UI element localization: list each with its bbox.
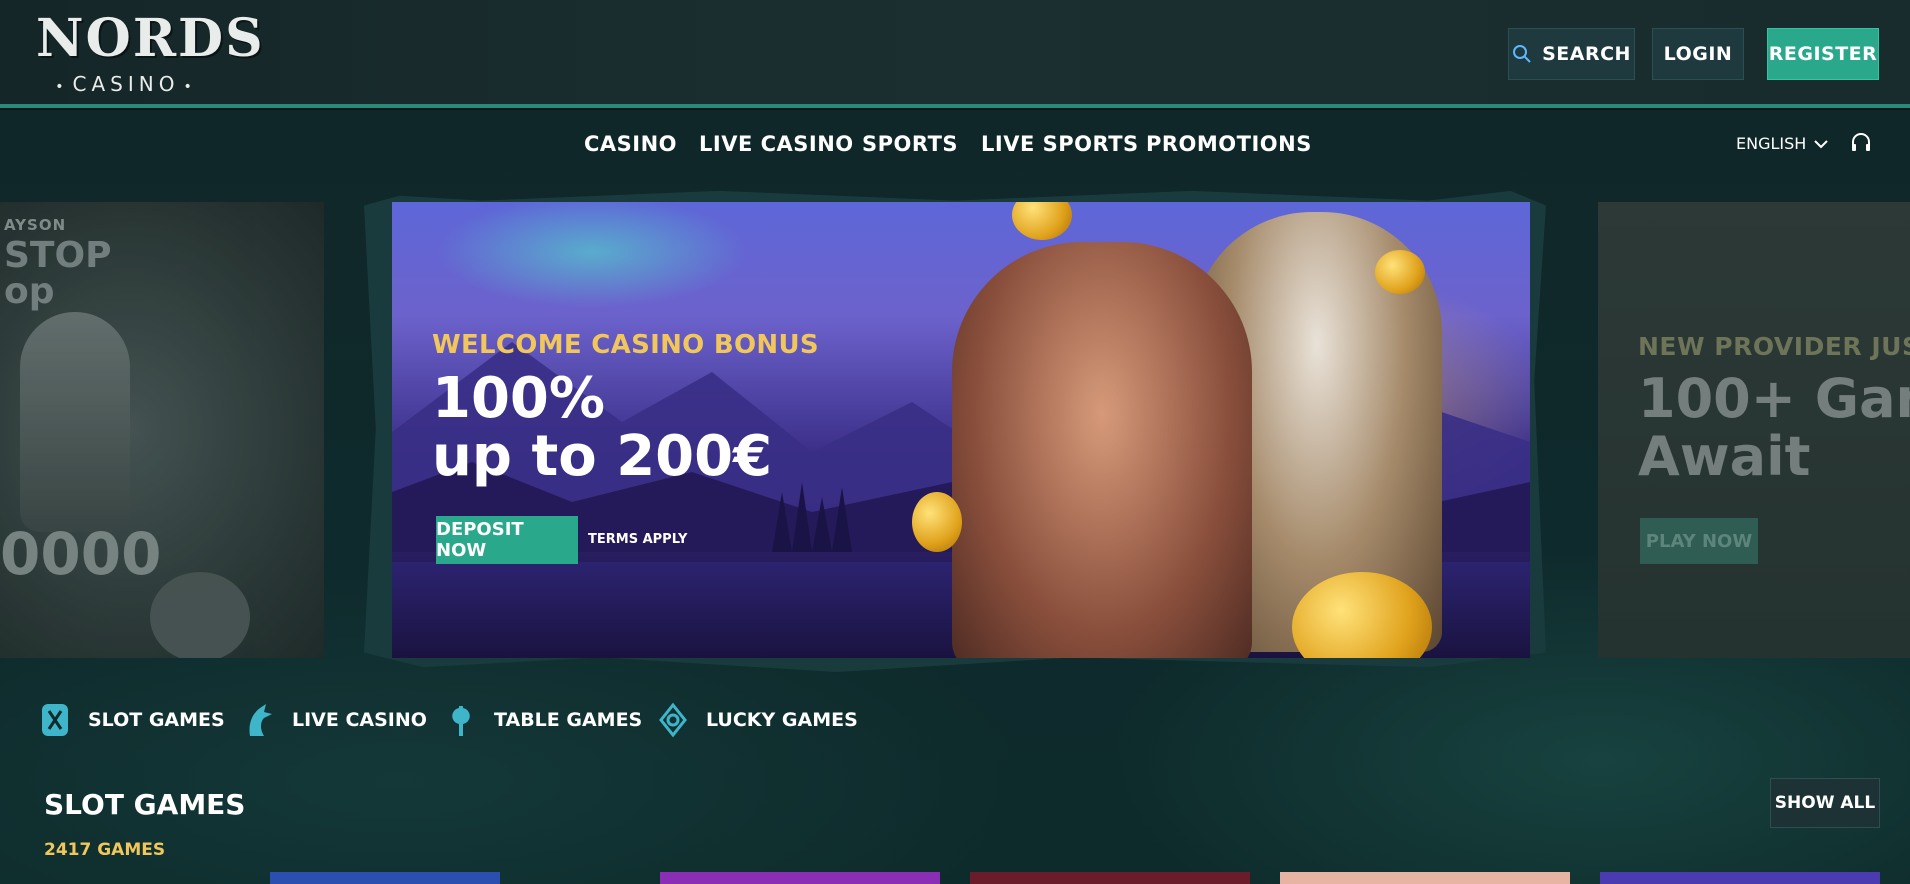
logo[interactable]: NORDS CASINO <box>36 8 265 98</box>
next-slide-title: NEW PROVIDER JUST LA <box>1638 332 1910 361</box>
prev-slide-coin <box>150 572 250 658</box>
next-slide-headline-line2: Await <box>1638 425 1811 488</box>
category-label: TABLE GAMES <box>494 709 643 731</box>
chevron-down-icon <box>1814 139 1829 148</box>
next-slide-headline: 100+ Game Await <box>1638 370 1910 486</box>
next-slide-play-button[interactable]: PLAY NOW <box>1640 518 1758 564</box>
category-label: LUCKY GAMES <box>706 709 858 731</box>
rune-icon <box>42 704 68 736</box>
category-table-games[interactable]: TABLE GAMES <box>446 702 642 738</box>
language-selector[interactable]: ENGLISH <box>1736 134 1829 153</box>
category-label: LIVE CASINO <box>292 709 427 731</box>
bonus-amount: 100% up to 200€ <box>432 370 772 486</box>
bonus-amount-line1: 100% <box>432 366 606 431</box>
section-count: 2417 GAMES <box>44 840 166 860</box>
category-lucky-games[interactable]: LUCKY GAMES <box>658 702 858 738</box>
gold-coin-icon <box>1012 202 1072 240</box>
search-button[interactable]: SEARCH <box>1508 28 1635 80</box>
logo-subtitle: CASINO <box>36 72 216 96</box>
terms-apply-link[interactable]: TERMS APPLY <box>588 532 687 547</box>
language-label: ENGLISH <box>1736 134 1807 153</box>
main-nav: CASINO LIVE CASINO SPORTS LIVE SPORTS PR… <box>0 112 1910 180</box>
section-title: SLOT GAMES <box>44 788 246 821</box>
prev-slide-amount: 0000 <box>0 520 162 588</box>
gold-coin-icon <box>1375 250 1425 294</box>
next-slide-headline-line1: 100+ Game <box>1638 367 1910 430</box>
prev-slide-provider: AYSON <box>4 216 67 234</box>
search-label: SEARCH <box>1542 43 1631 65</box>
gold-coin-icon <box>912 492 962 552</box>
knot-icon <box>659 702 687 738</box>
prev-slide-character <box>20 312 130 532</box>
logo-subtitle-text: CASINO <box>72 72 180 96</box>
category-label: SLOT GAMES <box>88 709 225 731</box>
game-thumbnail[interactable] <box>660 872 940 884</box>
login-button[interactable]: LOGIN <box>1652 28 1744 80</box>
dragon-icon <box>249 704 272 736</box>
bonus-title: WELCOME CASINO BONUS <box>432 330 819 360</box>
register-button[interactable]: REGISTER <box>1767 28 1879 80</box>
nav-item-promotions[interactable]: PROMOTIONS <box>1146 132 1312 156</box>
game-thumbnail[interactable] <box>970 872 1250 884</box>
headset-icon[interactable] <box>1850 132 1872 154</box>
category-live-casino[interactable]: LIVE CASINO <box>244 702 427 738</box>
carousel-slide-next[interactable]: NEW PROVIDER JUST LA 100+ Game Await PLA… <box>1598 202 1910 658</box>
nav-item-sports[interactable]: SPORTS <box>862 132 958 156</box>
show-all-button[interactable]: SHOW ALL <box>1770 778 1880 828</box>
game-thumbnail[interactable] <box>270 872 500 884</box>
carousel-slide-active[interactable]: WELCOME CASINO BONUS 100% up to 200€ DEP… <box>392 202 1530 658</box>
site-header: NORDS CASINO SEARCH LOGIN REGISTER <box>0 0 1910 108</box>
nav-item-live-sports[interactable]: LIVE SPORTS <box>981 132 1139 156</box>
category-slot-games[interactable]: SLOT GAMES <box>40 702 225 738</box>
game-thumbnail[interactable] <box>1600 872 1880 884</box>
warrior-viking-character <box>952 242 1252 658</box>
deposit-now-button[interactable]: DEPOSIT NOW <box>436 516 578 564</box>
nav-item-casino[interactable]: CASINO <box>584 132 677 156</box>
carousel-slide-prev[interactable]: AYSON STOP op 0000 <box>0 202 324 658</box>
search-icon <box>1513 45 1531 63</box>
prev-slide-title: STOP op <box>4 235 112 312</box>
game-thumbnail[interactable] <box>1280 872 1570 884</box>
axe-icon <box>452 706 470 736</box>
logo-wordmark: NORDS <box>36 8 265 69</box>
bonus-amount-line2: up to 200€ <box>432 424 773 489</box>
nav-item-live-casino[interactable]: LIVE CASINO <box>699 132 854 156</box>
